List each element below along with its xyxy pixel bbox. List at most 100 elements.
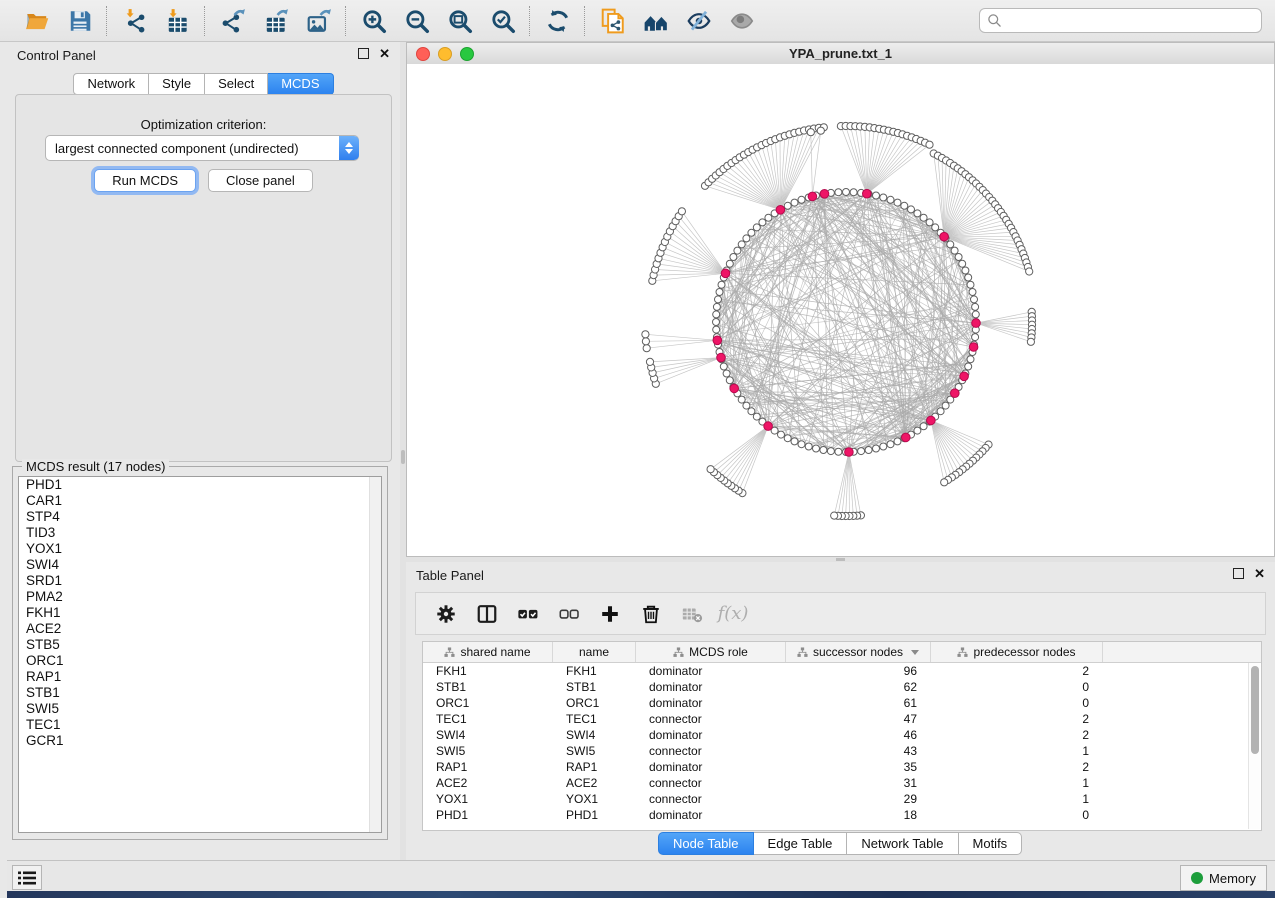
- cell-successor-nodes[interactable]: 46: [786, 728, 931, 742]
- cell-successor-nodes[interactable]: 61: [786, 696, 931, 710]
- network-graph[interactable]: [407, 64, 1274, 556]
- zoom-out-icon[interactable]: [403, 7, 430, 34]
- cell-name[interactable]: TEC1: [553, 712, 636, 726]
- import-table-icon[interactable]: [164, 7, 191, 34]
- tab-mcds[interactable]: MCDS: [268, 73, 333, 95]
- cell-shared-name[interactable]: RAP1: [423, 760, 553, 774]
- mcds-node-item[interactable]: SWI4: [19, 557, 381, 573]
- tab-network-table[interactable]: Network Table: [847, 832, 958, 855]
- mcds-node-item[interactable]: PHD1: [19, 477, 381, 493]
- table-row[interactable]: ACE2ACE2connector311: [423, 775, 1261, 791]
- column-header-name[interactable]: name: [553, 642, 636, 662]
- mcds-node-item[interactable]: SRD1: [19, 573, 381, 589]
- cell-successor-nodes[interactable]: 31: [786, 776, 931, 790]
- cell-successor-nodes[interactable]: 43: [786, 744, 931, 758]
- run-mcds-button[interactable]: Run MCDS: [94, 169, 196, 192]
- deselect-all-icon[interactable]: [557, 602, 581, 626]
- cell-MCDS-role[interactable]: dominator: [636, 664, 786, 678]
- mcds-node-item[interactable]: STB5: [19, 637, 381, 653]
- table-row[interactable]: PHD1PHD1dominator180: [423, 807, 1261, 823]
- table-row[interactable]: YOX1YOX1connector291: [423, 791, 1261, 807]
- close-panel-button[interactable]: Close panel: [208, 169, 313, 192]
- cell-shared-name[interactable]: SWI5: [423, 744, 553, 758]
- cell-predecessor-nodes[interactable]: 1: [931, 776, 1103, 790]
- zoom-selected-icon[interactable]: [489, 7, 516, 34]
- table-scrollbar-thumb[interactable]: [1251, 666, 1259, 754]
- refresh-icon[interactable]: [544, 7, 571, 34]
- cell-predecessor-nodes[interactable]: 2: [931, 760, 1103, 774]
- table-row[interactable]: ORC1ORC1dominator610: [423, 695, 1261, 711]
- cell-shared-name[interactable]: STB1: [423, 680, 553, 694]
- cell-predecessor-nodes[interactable]: 2: [931, 664, 1103, 678]
- table-row[interactable]: SWI5SWI5connector431: [423, 743, 1261, 759]
- cell-predecessor-nodes[interactable]: 0: [931, 808, 1103, 822]
- cell-successor-nodes[interactable]: 18: [786, 808, 931, 822]
- mcds-node-item[interactable]: ACE2: [19, 621, 381, 637]
- search-input[interactable]: [1002, 10, 1254, 32]
- cell-successor-nodes[interactable]: 96: [786, 664, 931, 678]
- hide-details-icon[interactable]: [685, 7, 712, 34]
- cell-name[interactable]: SWI5: [553, 744, 636, 758]
- mcds-node-item[interactable]: SWI5: [19, 701, 381, 717]
- mcds-node-item[interactable]: ORC1: [19, 653, 381, 669]
- cell-name[interactable]: PHD1: [553, 808, 636, 822]
- columns-icon[interactable]: [475, 602, 499, 626]
- cell-MCDS-role[interactable]: dominator: [636, 728, 786, 742]
- import-network-icon[interactable]: [121, 7, 148, 34]
- binoculars-icon[interactable]: [642, 7, 669, 34]
- cell-name[interactable]: RAP1: [553, 760, 636, 774]
- cell-shared-name[interactable]: SWI4: [423, 728, 553, 742]
- task-history-button[interactable]: [12, 865, 42, 890]
- cell-successor-nodes[interactable]: 29: [786, 792, 931, 806]
- cell-successor-nodes[interactable]: 47: [786, 712, 931, 726]
- table-row[interactable]: SWI4SWI4dominator462: [423, 727, 1261, 743]
- cell-name[interactable]: STB1: [553, 680, 636, 694]
- optimization-criterion-select[interactable]: largest connected component (undirected): [45, 135, 359, 161]
- cell-MCDS-role[interactable]: dominator: [636, 808, 786, 822]
- mcds-node-item[interactable]: RAP1: [19, 669, 381, 685]
- mcds-node-item[interactable]: STB1: [19, 685, 381, 701]
- cell-predecessor-nodes[interactable]: 1: [931, 792, 1103, 806]
- cell-MCDS-role[interactable]: dominator: [636, 680, 786, 694]
- column-header-predecessor-nodes[interactable]: predecessor nodes: [931, 642, 1103, 662]
- float-table-panel-icon[interactable]: [1233, 568, 1244, 579]
- tab-style[interactable]: Style: [149, 73, 205, 95]
- cell-shared-name[interactable]: PHD1: [423, 808, 553, 822]
- cell-predecessor-nodes[interactable]: 0: [931, 680, 1103, 694]
- memory-button[interactable]: Memory: [1180, 865, 1267, 891]
- mcds-node-item[interactable]: YOX1: [19, 541, 381, 557]
- add-row-icon[interactable]: [598, 602, 622, 626]
- tab-edge-table[interactable]: Edge Table: [754, 832, 848, 855]
- cell-shared-name[interactable]: TEC1: [423, 712, 553, 726]
- cell-shared-name[interactable]: ACE2: [423, 776, 553, 790]
- delete-row-icon[interactable]: [639, 602, 663, 626]
- cell-MCDS-role[interactable]: connector: [636, 792, 786, 806]
- tab-motifs[interactable]: Motifs: [959, 832, 1023, 855]
- column-header-MCDS-role[interactable]: MCDS role: [636, 642, 786, 662]
- open-icon[interactable]: [23, 7, 50, 34]
- tab-node-table[interactable]: Node Table: [658, 832, 754, 855]
- mcds-node-item[interactable]: PMA2: [19, 589, 381, 605]
- table-row[interactable]: TEC1TEC1connector472: [423, 711, 1261, 727]
- cell-shared-name[interactable]: FKH1: [423, 664, 553, 678]
- cell-name[interactable]: SWI4: [553, 728, 636, 742]
- export-network-icon[interactable]: [219, 7, 246, 34]
- column-header-successor-nodes[interactable]: successor nodes: [786, 642, 931, 662]
- cell-name[interactable]: FKH1: [553, 664, 636, 678]
- mcds-node-item[interactable]: TEC1: [19, 717, 381, 733]
- tab-network[interactable]: Network: [73, 73, 149, 95]
- tab-select[interactable]: Select: [205, 73, 268, 95]
- zoom-in-icon[interactable]: [360, 7, 387, 34]
- close-table-panel-icon[interactable]: ✕: [1254, 568, 1265, 579]
- select-all-icon[interactable]: [516, 602, 540, 626]
- table-row[interactable]: FKH1FKH1dominator962: [423, 663, 1261, 679]
- cell-predecessor-nodes[interactable]: 2: [931, 728, 1103, 742]
- cell-name[interactable]: YOX1: [553, 792, 636, 806]
- cell-name[interactable]: ACE2: [553, 776, 636, 790]
- network-canvas[interactable]: [407, 64, 1274, 556]
- cell-name[interactable]: ORC1: [553, 696, 636, 710]
- export-image-icon[interactable]: [305, 7, 332, 34]
- cell-successor-nodes[interactable]: 35: [786, 760, 931, 774]
- cell-MCDS-role[interactable]: connector: [636, 744, 786, 758]
- network-window-titlebar[interactable]: YPA_prune.txt_1: [407, 43, 1274, 65]
